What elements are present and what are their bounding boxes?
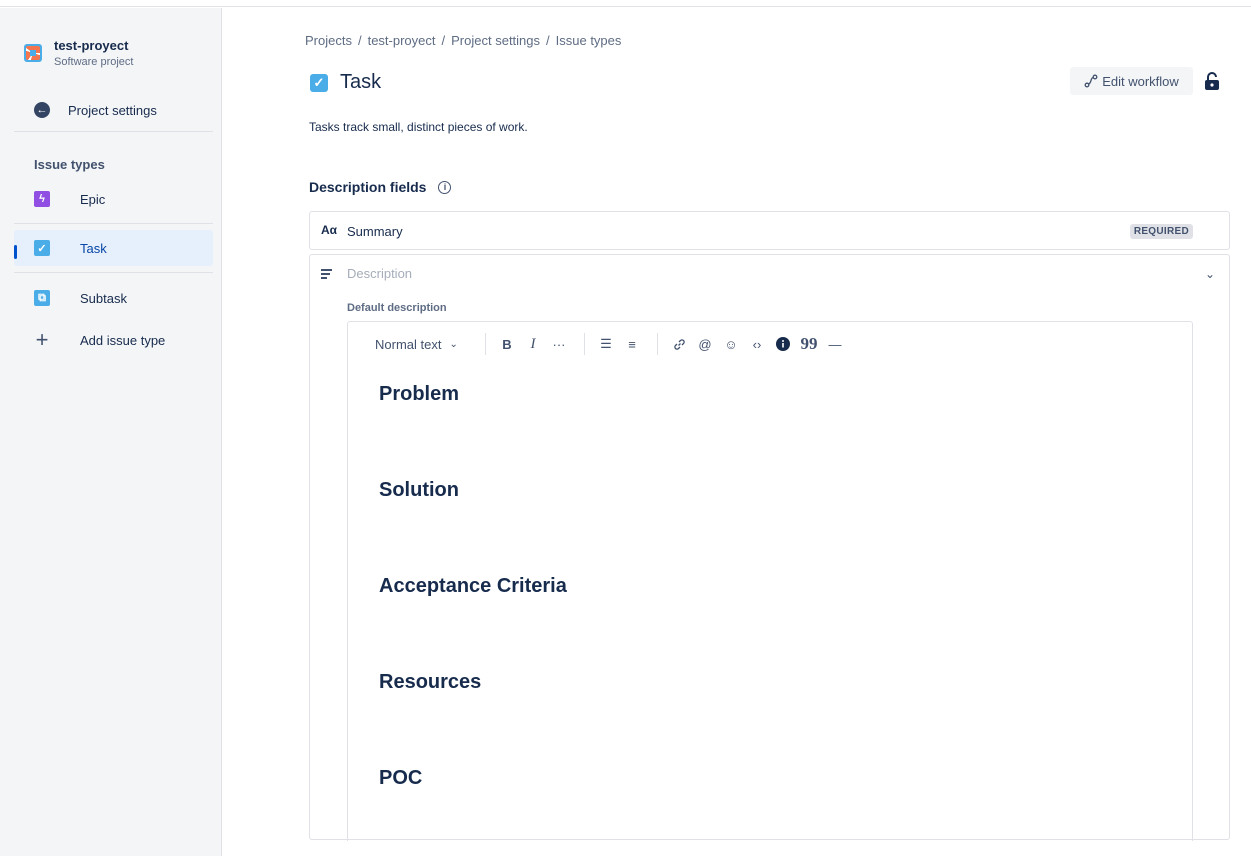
task-icon: ✓ xyxy=(34,240,50,256)
toolbar-divider xyxy=(584,333,585,355)
description-field[interactable]: Description ⌄ Default description Normal… xyxy=(309,254,1230,841)
sidebar-item-label: Task xyxy=(80,240,107,256)
sidebar-item-label: Subtask xyxy=(80,290,127,306)
project-avatar xyxy=(24,44,42,62)
heading-solution[interactable]: Solution xyxy=(379,479,459,502)
epic-icon: ϟ xyxy=(34,191,50,207)
sidebar-item-epic[interactable]: ϟ Epic xyxy=(14,181,213,217)
arrow-left-icon: ← xyxy=(34,102,50,118)
main-content: Projects / test-proyect / Project settings / I… xyxy=(223,8,1251,856)
default-description-editor[interactable]: Normal text ⌄ B I ··· ☰ ≡ @ ☺ ‹› 99 — Pro… xyxy=(347,321,1193,841)
breadcrumb-project[interactable]: test-proyect xyxy=(368,33,436,48)
top-border xyxy=(0,0,1251,7)
page-title[interactable]: Task xyxy=(340,71,381,94)
link-icon xyxy=(673,338,685,350)
sidebar: test-proyect Software project ← Project … xyxy=(0,8,222,856)
issue-type-description[interactable]: Tasks track small, distinct pieces of wo… xyxy=(309,120,528,134)
text-field-icon: Aα xyxy=(321,223,338,237)
summary-field[interactable]: Aα Summary REQUIRED xyxy=(309,211,1230,250)
heading-acceptance-criteria[interactable]: Acceptance Criteria xyxy=(379,575,567,598)
add-issue-type-button[interactable]: + Add issue type xyxy=(14,322,213,358)
link-button[interactable] xyxy=(668,332,690,356)
info-panel-button[interactable] xyxy=(772,332,794,356)
toolbar-divider xyxy=(657,333,658,355)
breadcrumb-project-settings[interactable]: Project settings xyxy=(451,33,540,48)
chevron-down-icon[interactable]: ⌄ xyxy=(1205,267,1215,281)
sidebar-item-label: Epic xyxy=(80,191,106,207)
numbered-list-button[interactable]: ≡ xyxy=(621,332,643,356)
back-to-project-settings[interactable]: ← Project settings xyxy=(34,102,157,118)
project-name: test-proyect xyxy=(54,38,129,53)
text-style-dropdown[interactable]: Normal text ⌄ xyxy=(375,332,471,356)
task-icon: ✓ xyxy=(310,73,328,92)
breadcrumb-issue-types[interactable]: Issue types xyxy=(556,33,622,48)
heading-resources[interactable]: Resources xyxy=(379,671,481,694)
title-row: ✓ Task xyxy=(310,71,381,94)
workflow-icon xyxy=(1084,74,1098,88)
quote-button[interactable]: 99 xyxy=(798,332,820,356)
sidebar-divider xyxy=(14,223,213,224)
description-fields-heading: Description fields i xyxy=(309,179,452,195)
bold-button[interactable]: B xyxy=(496,332,518,356)
paragraph-icon xyxy=(321,269,332,281)
summary-label: Summary xyxy=(347,224,403,239)
project-header[interactable]: test-proyect Software project xyxy=(24,36,133,68)
heading-problem[interactable]: Problem xyxy=(379,383,459,406)
info-icon[interactable]: i xyxy=(438,180,452,194)
description-fields-title: Description fields xyxy=(309,179,427,195)
add-issue-type-label: Add issue type xyxy=(80,332,166,348)
chevron-down-icon: ⌄ xyxy=(449,338,458,350)
text-style-label: Normal text xyxy=(375,336,442,352)
breadcrumb: Projects / test-proyect / Project settings / I… xyxy=(305,33,622,48)
required-badge: REQUIRED xyxy=(1129,224,1193,239)
subtask-icon: ⧉ xyxy=(34,290,50,306)
edit-workflow-label: Edit workflow xyxy=(1102,73,1179,89)
active-indicator xyxy=(14,245,17,259)
description-placeholder: Description xyxy=(347,266,413,281)
more-formatting-button[interactable]: ··· xyxy=(548,332,570,356)
toolbar-divider xyxy=(485,333,486,355)
info-filled-icon xyxy=(776,337,790,351)
edit-workflow-button[interactable]: Edit workflow xyxy=(1070,67,1193,95)
sidebar-item-task[interactable]: ✓ Task xyxy=(14,230,213,266)
breadcrumb-projects[interactable]: Projects xyxy=(305,33,352,48)
editor-toolbar: Normal text ⌄ B I ··· ☰ ≡ @ ☺ ‹› 99 — xyxy=(375,332,850,356)
divider-button[interactable]: — xyxy=(824,332,846,356)
bullet-list-button[interactable]: ☰ xyxy=(595,332,617,356)
unlock-icon[interactable] xyxy=(1203,71,1221,91)
mention-button[interactable]: @ xyxy=(694,332,716,356)
emoji-button[interactable]: ☺ xyxy=(720,332,742,356)
plus-icon: + xyxy=(35,327,49,352)
back-label: Project settings xyxy=(68,102,157,118)
heading-poc[interactable]: POC xyxy=(379,767,422,790)
sidebar-item-subtask[interactable]: ⧉ Subtask xyxy=(14,280,213,316)
issue-types-heading: Issue types xyxy=(34,157,105,172)
default-description-label: Default description xyxy=(347,302,447,314)
code-button[interactable]: ‹› xyxy=(746,332,768,356)
sidebar-divider xyxy=(14,131,213,132)
project-type: Software project xyxy=(54,56,134,68)
sidebar-divider xyxy=(14,272,213,273)
italic-button[interactable]: I xyxy=(522,332,544,356)
